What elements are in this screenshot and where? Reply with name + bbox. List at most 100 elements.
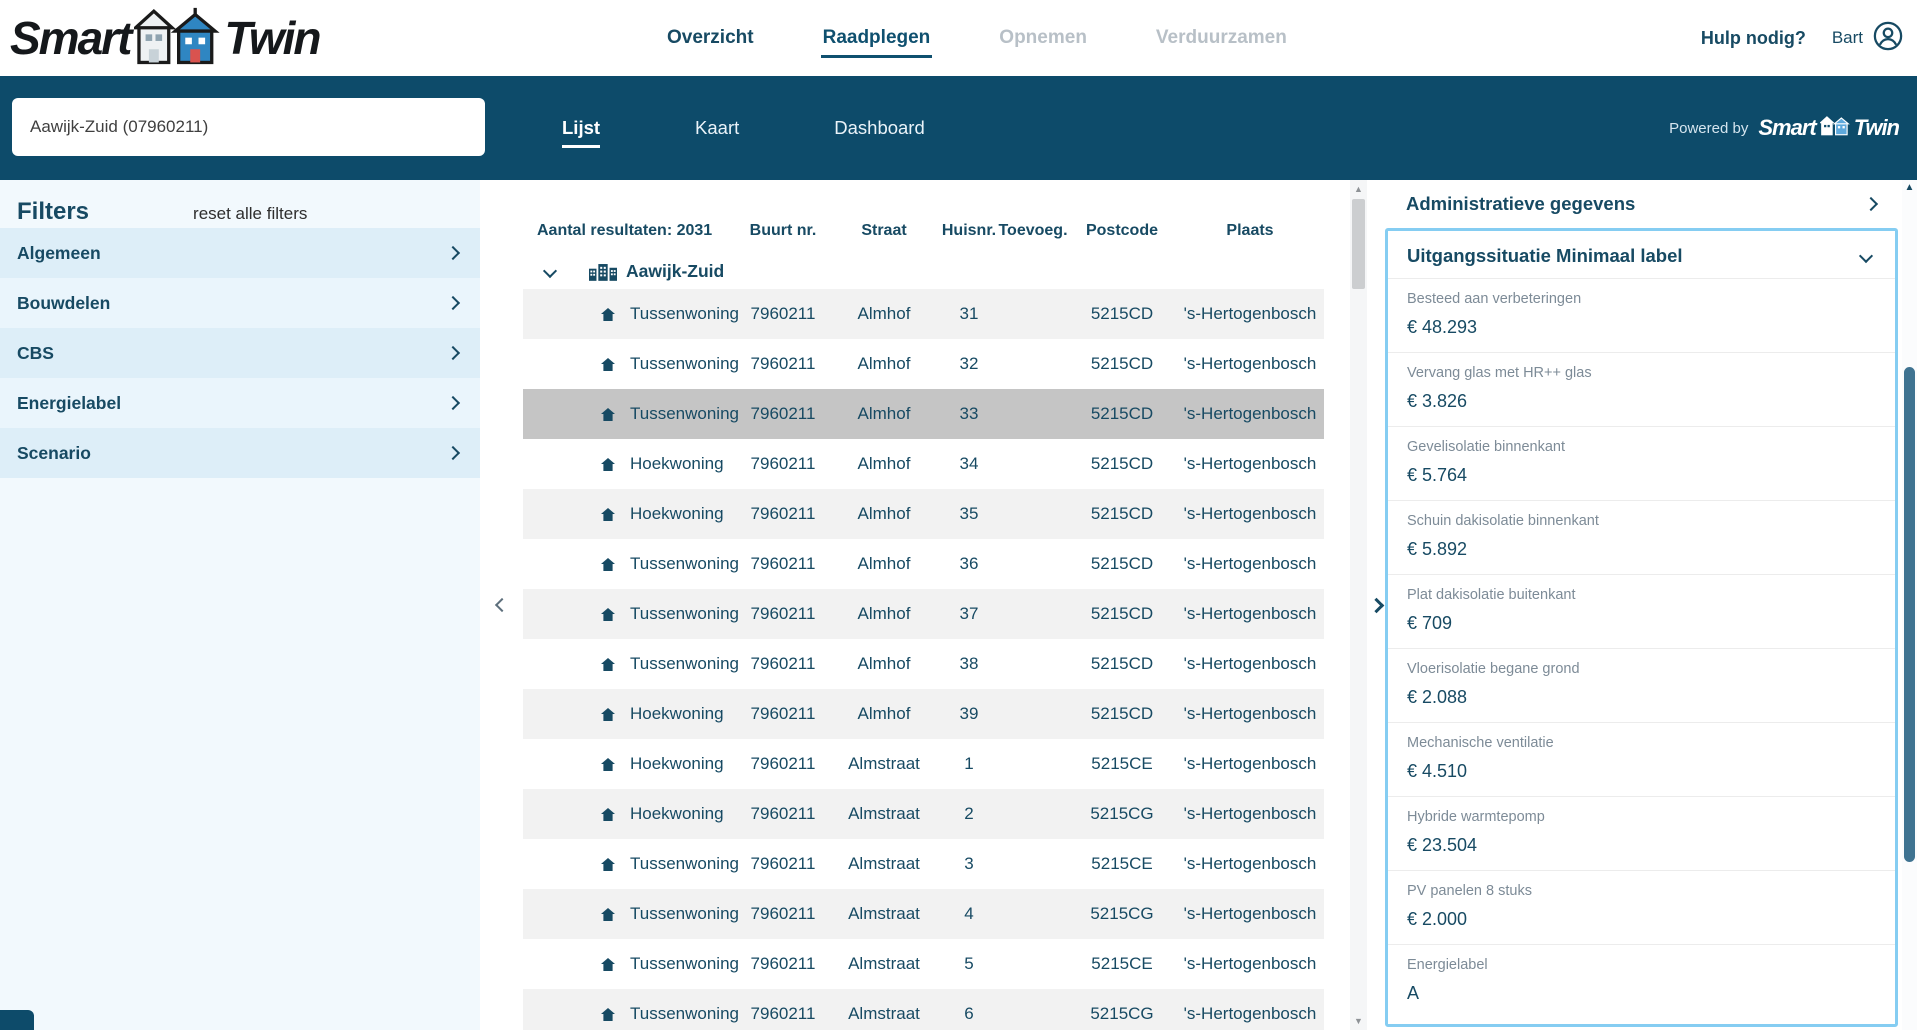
page-scroll-up-button[interactable]: ▲ [1902, 182, 1917, 193]
house-icon [601, 808, 615, 821]
filter-list: AlgemeenBouwdelen CBS Energielabel Scenario [0, 228, 480, 478]
column-header-postcode: Postcode [1068, 222, 1176, 240]
detail-item: Vloerisolatie begane grond€ 2.088 [1388, 648, 1895, 722]
table-row[interactable]: Tussenwoning7960211Almstraat55215CE's-He… [523, 939, 1324, 989]
dwelling-type: Tussenwoning [630, 854, 739, 874]
table-row[interactable]: Hoekwoning7960211Almhof355215CD's-Hertog… [523, 489, 1324, 539]
table-row[interactable]: Hoekwoning7960211Almstraat25215CG's-Hert… [523, 789, 1324, 839]
nav-overzicht[interactable]: Overzicht [665, 19, 756, 58]
dwelling-type: Tussenwoning [630, 1004, 739, 1024]
cell-postcode: 5215CE [1068, 954, 1176, 974]
chevron-right-icon [1864, 197, 1878, 211]
admin-section-header[interactable]: Administratieve gegevens [1385, 180, 1898, 228]
powered-by-logo: Smart Twin [1758, 115, 1899, 141]
table-row[interactable]: Tussenwoning7960211Almhof365215CD's-Hert… [523, 539, 1324, 589]
detail-item-label: Besteed aan verbeteringen [1407, 291, 1876, 308]
sidebar-head: Filters reset alle filters [0, 180, 480, 228]
dwelling-type: Hoekwoning [630, 804, 724, 824]
cell-huisnr: 5 [940, 954, 998, 974]
page-scrollbar[interactable]: ▲ [1902, 180, 1917, 1030]
detail-item: Gevelisolatie binnenkant€ 5.764 [1388, 426, 1895, 500]
detail-item-label: Hybride warmtepomp [1407, 809, 1876, 826]
sidebar-item-energielabel[interactable]: Energielabel [0, 378, 480, 428]
cell-postcode: 5215CD [1068, 554, 1176, 574]
dwelling-type: Tussenwoning [630, 954, 739, 974]
section-header[interactable]: Uitgangssituatie Minimaal label [1388, 231, 1895, 278]
detail-item: Mechanische ventilatie€ 4.510 [1388, 722, 1895, 796]
table-row[interactable]: Hoekwoning7960211Almstraat15215CE's-Hert… [523, 739, 1324, 789]
table-row[interactable]: Tussenwoning7960211Almhof325215CD's-Hert… [523, 339, 1324, 389]
sidebar-item-bouwdelen[interactable]: Bouwdelen [0, 278, 480, 328]
reset-filters-link[interactable]: reset alle filters [193, 204, 307, 224]
highlighted-section: Uitgangssituatie Minimaal label Besteed … [1385, 228, 1898, 1027]
user-menu[interactable]: Bart [1832, 21, 1903, 56]
cell-type: Tussenwoning [523, 354, 738, 374]
tab-dashboard[interactable]: Dashboard [834, 109, 925, 148]
table-row[interactable]: Tussenwoning7960211Almstraat35215CE's-He… [523, 839, 1324, 889]
corner-widget[interactable] [0, 1010, 34, 1030]
cell-plaats: 's-Hertogenbosch [1176, 304, 1324, 324]
table-row[interactable]: Tussenwoning7960211Almhof385215CD's-Hert… [523, 639, 1324, 689]
cell-plaats: 's-Hertogenbosch [1176, 404, 1324, 424]
table-row[interactable]: Tussenwoning7960211Almhof375215CD's-Hert… [523, 589, 1324, 639]
scroll-down-button[interactable]: ▼ [1350, 1012, 1367, 1030]
cell-buurt: 7960211 [738, 804, 828, 824]
cell-huisnr: 34 [940, 454, 998, 474]
search-input[interactable] [12, 98, 485, 156]
page-scrollbar-thumb[interactable] [1904, 367, 1915, 862]
table-scrollbar-thumb[interactable] [1352, 199, 1365, 289]
cell-postcode: 5215CD [1068, 454, 1176, 474]
cell-plaats: 's-Hertogenbosch [1176, 854, 1324, 874]
sidebar-item-label: CBS [17, 343, 54, 364]
cell-straat: Almhof [828, 704, 940, 724]
nav-opnemen[interactable]: Opnemen [997, 19, 1089, 58]
tab-kaart[interactable]: Kaart [695, 109, 739, 148]
table-row[interactable]: Tussenwoning7960211Almhof335215CD's-Hert… [523, 389, 1324, 439]
collapse-sidebar-handle[interactable] [480, 180, 523, 1030]
cell-type: Tussenwoning [523, 654, 738, 674]
cell-straat: Almhof [828, 304, 940, 324]
cell-postcode: 5215CD [1068, 704, 1176, 724]
detail-item-label: Plat dakisolatie buitenkant [1407, 587, 1876, 604]
nav-verduurzamen[interactable]: Verduurzamen [1154, 19, 1289, 58]
tab-lijst[interactable]: Lijst [562, 109, 600, 148]
table-scrollbar[interactable]: ▲ ▼ [1350, 180, 1367, 1030]
cell-huisnr: 35 [940, 504, 998, 524]
cell-plaats: 's-Hertogenbosch [1176, 954, 1324, 974]
chevron-right-icon [1368, 597, 1384, 613]
dwelling-type: Tussenwoning [630, 604, 739, 624]
sidebar-item-scenario[interactable]: Scenario [0, 428, 480, 478]
cell-type: Hoekwoning [523, 504, 738, 524]
sidebar-item-label: Energielabel [17, 393, 121, 414]
sidebar-item-algemeen[interactable]: Algemeen [0, 228, 480, 278]
cell-type: Tussenwoning [523, 954, 738, 974]
help-link[interactable]: Hulp nodig? [1701, 28, 1806, 49]
table-row[interactable]: Hoekwoning7960211Almhof345215CD's-Hertog… [523, 439, 1324, 489]
house-icon [601, 858, 615, 871]
table-row[interactable]: Tussenwoning7960211Almhof315215CD's-Hert… [523, 289, 1324, 339]
scroll-up-button[interactable]: ▲ [1350, 180, 1367, 198]
sidebar-item-cbs[interactable]: CBS [0, 328, 480, 378]
cell-huisnr: 3 [940, 854, 998, 874]
cell-huisnr: 39 [940, 704, 998, 724]
cell-straat: Almstraat [828, 804, 940, 824]
detail-items: Besteed aan verbeteringen€ 48.293Vervang… [1388, 278, 1895, 1018]
topbar-right: Hulp nodig? Bart [1701, 0, 1903, 76]
group-row[interactable]: Aawijk-Zuid [523, 253, 1324, 289]
cell-buurt: 7960211 [738, 1004, 828, 1024]
dwelling-type: Tussenwoning [630, 654, 739, 674]
cell-straat: Almhof [828, 404, 940, 424]
filters-sidebar: Filters reset alle filters AlgemeenBouwd… [0, 180, 480, 1030]
chevron-right-icon [446, 446, 460, 460]
expand-panel-handle[interactable] [1367, 180, 1385, 1030]
detail-item-value: A [1407, 983, 1876, 1005]
cell-plaats: 's-Hertogenbosch [1176, 504, 1324, 524]
cell-postcode: 5215CD [1068, 404, 1176, 424]
nav-raadplegen[interactable]: Raadplegen [821, 19, 933, 58]
detail-item-label: Schuin dakisolatie binnenkant [1407, 513, 1876, 530]
cell-type: Hoekwoning [523, 804, 738, 824]
powered-word-smart: Smart [1758, 115, 1815, 141]
table-row[interactable]: Hoekwoning7960211Almhof395215CD's-Hertog… [523, 689, 1324, 739]
table-row[interactable]: Tussenwoning7960211Almstraat65215CG's-He… [523, 989, 1324, 1030]
table-row[interactable]: Tussenwoning7960211Almstraat45215CG's-He… [523, 889, 1324, 939]
